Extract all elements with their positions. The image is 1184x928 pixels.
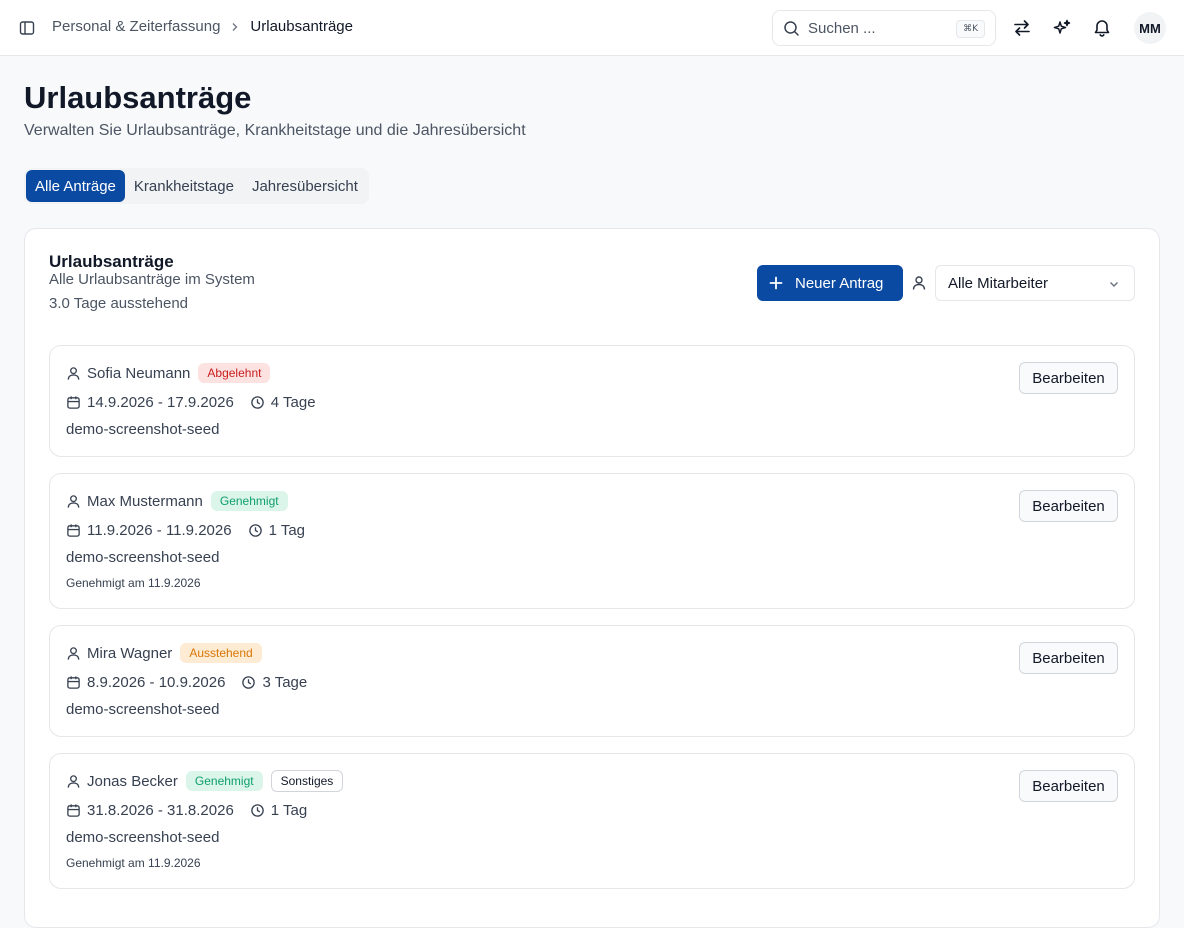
search-icon xyxy=(783,20,800,37)
request-item: Jonas Becker Genehmigt Sonstiges 31.8.20… xyxy=(49,753,1135,889)
request-header: Mira Wagner Ausstehend xyxy=(66,642,262,664)
calendar-icon xyxy=(66,395,81,410)
chevron-right-icon xyxy=(230,22,240,32)
clock-icon xyxy=(250,395,265,410)
employee-filter-value: Alle Mitarbeiter xyxy=(948,274,1049,292)
sidebar-toggle-icon[interactable] xyxy=(16,17,38,39)
request-item: Sofia Neumann Abgelehnt 14.9.2026 - 17.9… xyxy=(49,345,1135,457)
chevron-down-icon xyxy=(1108,278,1120,290)
date-range: 11.9.2026 - 11.9.2026 xyxy=(87,521,232,539)
request-note: demo-screenshot-seed xyxy=(66,701,220,718)
request-meta: 14.9.2026 - 17.9.2026 4 Tage xyxy=(66,391,316,413)
card-title: Urlaubsanträge xyxy=(49,252,174,271)
clock-icon xyxy=(241,675,256,690)
approved-date: Genehmigt am 11.9.2026 xyxy=(66,856,201,870)
status-badge: Ausstehend xyxy=(180,643,262,663)
switch-arrows-icon[interactable] xyxy=(1010,16,1034,40)
search-shortcut-hint: ⌘K xyxy=(956,20,985,38)
tab-annual-overview[interactable]: Jahresübersicht xyxy=(243,170,367,202)
date-range: 14.9.2026 - 17.9.2026 xyxy=(87,393,234,411)
employee-name: Sofia Neumann xyxy=(87,364,191,382)
request-header: Max Mustermann Genehmigt xyxy=(66,490,288,512)
employee-name: Max Mustermann xyxy=(87,492,203,510)
request-meta: 31.8.2026 - 31.8.2026 1 Tag xyxy=(66,799,307,821)
calendar-icon xyxy=(66,523,81,538)
tab-sick-days[interactable]: Krankheitstage xyxy=(125,170,243,202)
employee-filter-select[interactable]: Alle Mitarbeiter xyxy=(935,265,1135,301)
request-header: Sofia Neumann Abgelehnt xyxy=(66,362,271,384)
request-item: Max Mustermann Genehmigt 11.9.2026 - 11.… xyxy=(49,473,1135,609)
type-badge: Sonstiges xyxy=(270,770,344,792)
edit-button[interactable]: Bearbeiten xyxy=(1019,490,1118,522)
new-request-label: Neuer Antrag xyxy=(795,274,884,292)
plus-icon xyxy=(769,276,783,290)
duration: 3 Tage xyxy=(262,673,308,691)
edit-button[interactable]: Bearbeiten xyxy=(1019,642,1118,674)
avatar[interactable]: MM xyxy=(1134,12,1166,44)
tab-all-requests[interactable]: Alle Anträge xyxy=(26,170,125,202)
request-meta: 11.9.2026 - 11.9.2026 1 Tag xyxy=(66,519,305,541)
calendar-icon xyxy=(66,803,81,818)
duration: 1 Tag xyxy=(270,801,308,819)
requests-card: Urlaubsanträge Alle Urlaubsanträge im Sy… xyxy=(24,228,1160,928)
request-meta: 8.9.2026 - 10.9.2026 3 Tage xyxy=(66,671,307,693)
status-badge: Abgelehnt xyxy=(198,363,271,383)
search-box[interactable]: ⌘K xyxy=(772,10,996,46)
edit-button[interactable]: Bearbeiten xyxy=(1019,770,1118,802)
sparkles-icon[interactable] xyxy=(1050,16,1074,40)
request-note: demo-screenshot-seed xyxy=(66,421,220,438)
request-note: demo-screenshot-seed xyxy=(66,549,220,566)
request-item: Mira Wagner Ausstehend 8.9.2026 - 10.9.2… xyxy=(49,625,1135,737)
pending-days: 3.0 Tage ausstehend xyxy=(49,295,189,312)
breadcrumb-parent-link[interactable]: Personal & Zeiterfassung xyxy=(52,18,220,35)
user-icon xyxy=(66,774,81,789)
page-title: Urlaubsanträge xyxy=(24,80,252,115)
calendar-icon xyxy=(66,675,81,690)
status-badge: Genehmigt xyxy=(210,491,288,511)
duration: 4 Tage xyxy=(270,393,316,411)
clock-icon xyxy=(248,523,263,538)
bell-icon[interactable] xyxy=(1090,16,1114,40)
approved-date: Genehmigt am 11.9.2026 xyxy=(66,576,201,590)
user-icon xyxy=(66,494,81,509)
request-header: Jonas Becker Genehmigt Sonstiges xyxy=(66,770,344,792)
duration: 1 Tag xyxy=(268,521,306,539)
date-range: 31.8.2026 - 31.8.2026 xyxy=(87,801,234,819)
status-badge: Genehmigt xyxy=(185,771,263,791)
page-subtitle: Verwalten Sie Urlaubsanträge, Krankheits… xyxy=(24,122,526,139)
new-request-button[interactable]: Neuer Antrag xyxy=(757,265,903,301)
search-input[interactable] xyxy=(808,19,948,37)
user-icon xyxy=(911,275,927,291)
breadcrumb: Personal & Zeiterfassung Urlaubsanträge xyxy=(52,18,353,35)
date-range: 8.9.2026 - 10.9.2026 xyxy=(87,673,226,691)
tab-list: Alle Anträge Krankheitstage Jahresübersi… xyxy=(24,168,369,204)
edit-button[interactable]: Bearbeiten xyxy=(1019,362,1118,394)
top-bar: Personal & Zeiterfassung Urlaubsanträge … xyxy=(0,0,1184,56)
request-note: demo-screenshot-seed xyxy=(66,829,220,846)
card-description: Alle Urlaubsanträge im System xyxy=(49,271,255,288)
user-icon xyxy=(66,366,81,381)
user-icon xyxy=(66,646,81,661)
breadcrumb-current: Urlaubsanträge xyxy=(250,18,353,35)
clock-icon xyxy=(250,803,265,818)
employee-name: Jonas Becker xyxy=(87,772,178,790)
employee-name: Mira Wagner xyxy=(87,644,173,662)
